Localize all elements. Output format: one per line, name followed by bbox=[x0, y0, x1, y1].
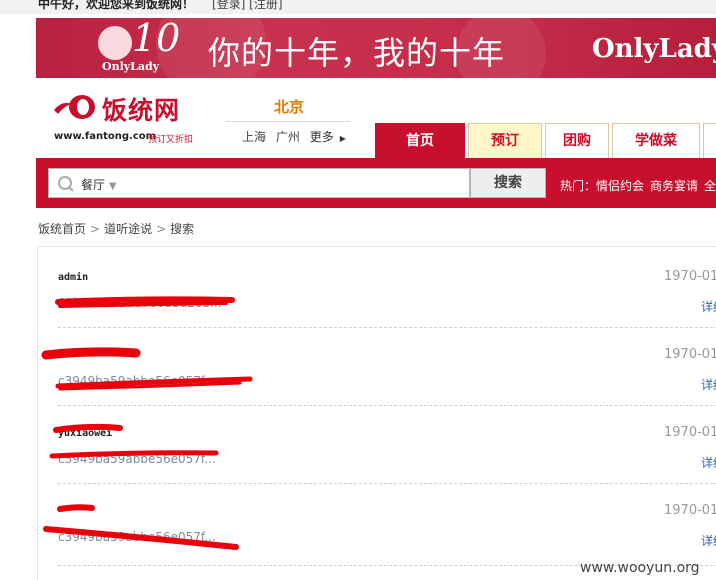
hot-label: 热门： bbox=[560, 179, 597, 193]
result-date: 1970-01 bbox=[664, 269, 716, 284]
site-name: 饭统网 bbox=[102, 96, 181, 125]
chevron-right-icon: > bbox=[90, 222, 101, 236]
site-slogan: 预订又折扣 bbox=[148, 135, 194, 145]
search-bar: 餐厅 ▼ 搜索 热门：情侣约会 商务宴请全 bbox=[36, 158, 716, 208]
breadcrumb-current: 搜索 bbox=[170, 222, 195, 236]
result-item: admin 03ba1220550760a3d205... 1970-01 详细 bbox=[58, 269, 716, 350]
banner-anniversary: 10 bbox=[132, 18, 181, 60]
search-input[interactable]: 餐厅 ▼ bbox=[48, 168, 470, 198]
site-url: www.fantong.com bbox=[54, 131, 157, 142]
result-password-hash: 03ba1220550760a3d205... bbox=[58, 296, 222, 310]
tab-home[interactable]: 首页 bbox=[375, 123, 465, 159]
chevron-right-icon: > bbox=[156, 222, 167, 236]
caret-down-icon: ▼ bbox=[108, 181, 117, 192]
banner-brand-small: OnlyLady bbox=[102, 60, 160, 73]
result-username[interactable]: admin bbox=[58, 272, 88, 283]
result-detail-link[interactable]: 详细 bbox=[701, 376, 716, 393]
fantong-logo-icon bbox=[54, 95, 95, 119]
city-link-shanghai[interactable]: 上海 bbox=[242, 130, 266, 144]
result-divider bbox=[58, 483, 716, 484]
triangle-right-icon: ▶ bbox=[339, 134, 346, 143]
result-divider bbox=[58, 327, 716, 328]
more-cities-link[interactable]: 更多 ▶ bbox=[310, 130, 352, 144]
result-username[interactable]: yuxiaowei bbox=[58, 428, 112, 439]
breadcrumb-home[interactable]: 饭统首页 bbox=[38, 222, 86, 236]
login-register-links[interactable]: [登录] [注册] bbox=[212, 0, 283, 12]
result-detail-link[interactable]: 详细 bbox=[701, 454, 716, 471]
result-detail-link[interactable]: 详细 bbox=[701, 532, 716, 549]
breadcrumb-section[interactable]: 道听途说 bbox=[104, 222, 152, 236]
banner-brand: OnlyLady bbox=[592, 34, 716, 64]
city-divider bbox=[226, 121, 350, 122]
tab-reserve[interactable]: 预订 bbox=[468, 123, 542, 159]
hot-searches: 热门：情侣约会 商务宴请全 bbox=[560, 177, 716, 194]
banner-ad[interactable]: 10 OnlyLady 你的十年，我的十年 OnlyLady bbox=[36, 18, 716, 78]
current-city: 北京 bbox=[274, 98, 305, 116]
hot-link[interactable]: 情侣约会 bbox=[596, 179, 644, 193]
site-logo[interactable]: 饭统网 www.fantong.com 预订又折扣 bbox=[52, 92, 212, 148]
watermark: www.wooyun.org bbox=[580, 560, 700, 576]
result-date: 1970-01 bbox=[664, 347, 716, 362]
city-link-guangzhou[interactable]: 广州 bbox=[276, 130, 300, 144]
search-category-select[interactable]: 餐厅 ▼ bbox=[81, 176, 117, 193]
tab-groupbuy[interactable]: 团购 bbox=[545, 123, 609, 159]
result-divider bbox=[58, 405, 716, 406]
search-button[interactable]: 搜索 bbox=[470, 168, 546, 198]
result-password-hash: c3949ba59abbe56e057f... bbox=[58, 530, 216, 544]
other-cities: 上海 广州 更多 ▶ bbox=[242, 128, 358, 145]
result-detail-link[interactable]: 详细 bbox=[701, 298, 716, 315]
hot-link[interactable]: 商务宴请 bbox=[650, 179, 698, 193]
banner-logo: 10 OnlyLady bbox=[96, 18, 196, 76]
result-password-hash: c3949ba59abbe56e057f... bbox=[58, 374, 216, 388]
top-bar: 中午好，欢迎您来到饭统网！ [登录] [注册] bbox=[0, 0, 716, 14]
result-password-hash: c3949ba59abbe56e057f... bbox=[58, 452, 216, 466]
hot-link[interactable]: 全 bbox=[704, 179, 716, 193]
result-item: yuxiaowei c3949ba59abbe56e057f... 1970-0… bbox=[58, 425, 716, 506]
tab-more[interactable] bbox=[703, 123, 716, 159]
result-item: c3949ba59abbe56e057f... 1970-01 详细 bbox=[58, 347, 716, 428]
banner-emblem bbox=[98, 26, 132, 60]
breadcrumb: 饭统首页 > 道听途说 > 搜索 bbox=[38, 220, 194, 237]
search-icon bbox=[58, 176, 74, 192]
banner-slogan: 你的十年，我的十年 bbox=[208, 34, 506, 72]
welcome-text: 中午好，欢迎您来到饭统网！ bbox=[38, 0, 195, 11]
result-date: 1970-01 bbox=[664, 503, 716, 518]
result-date: 1970-01 bbox=[664, 425, 716, 440]
search-category-label: 餐厅 bbox=[81, 178, 106, 192]
more-cities-label: 更多 bbox=[309, 130, 334, 144]
tab-cooking[interactable]: 学做菜 bbox=[612, 123, 700, 159]
